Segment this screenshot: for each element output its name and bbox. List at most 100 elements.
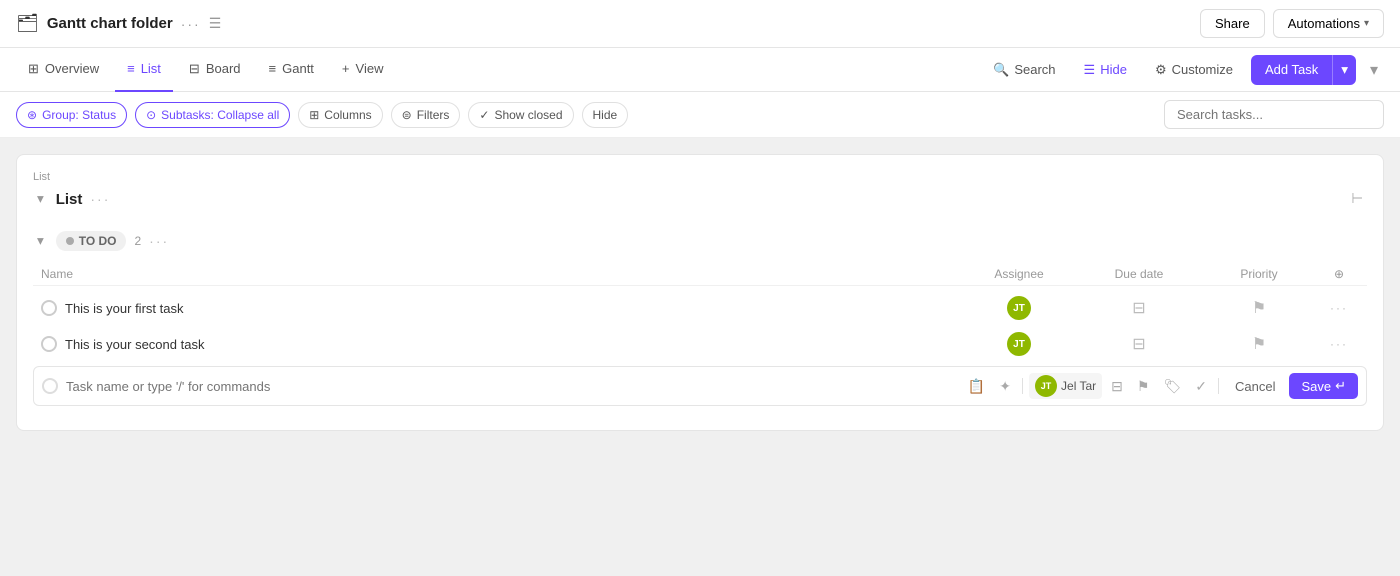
todo-status-badge[interactable]: TO DO bbox=[56, 231, 127, 251]
gantt-icon: ≡ bbox=[269, 61, 277, 76]
search-icon: 🔍 bbox=[993, 62, 1009, 78]
add-task-button[interactable]: Add Task bbox=[1251, 55, 1332, 85]
add-task-dropdown-button[interactable]: ▾ bbox=[1332, 55, 1356, 85]
table-header: Name Assignee Due date Priority ⊕ bbox=[33, 263, 1367, 286]
action-assign-btn[interactable]: 📋 bbox=[963, 375, 990, 398]
priority-icon-1: ⚑ bbox=[1252, 298, 1266, 318]
task-name-2: This is your second task bbox=[41, 336, 959, 352]
automations-button[interactable]: Automations ▾ bbox=[1273, 9, 1384, 38]
folder-icon: 🗂 bbox=[16, 13, 39, 34]
filters-chip[interactable]: ⊜ Filters bbox=[391, 102, 461, 128]
enter-icon: ↵ bbox=[1335, 378, 1346, 394]
nav-right: 🔍 Search ☰ Hide ⚙ Customize Add Task ▾ ▾ bbox=[983, 55, 1384, 85]
plus-icon: + bbox=[342, 61, 350, 76]
top-bar-left: 🗂 Gantt chart folder ··· ☰ bbox=[16, 13, 221, 34]
task-due-date-2[interactable]: ⊟ bbox=[1079, 334, 1199, 354]
subtasks-chip[interactable]: ⊙ Subtasks: Collapse all bbox=[135, 102, 290, 128]
board-icon: ⊟ bbox=[189, 61, 200, 77]
hide-button[interactable]: ☰ Hide bbox=[1074, 57, 1137, 83]
action-due-date-btn[interactable]: ⊟ bbox=[1106, 375, 1128, 398]
columns-chip[interactable]: ⊞ Columns bbox=[298, 102, 382, 128]
chevron-down-icon: ▾ bbox=[1341, 62, 1348, 77]
table-row: This is your second task JT ⊟ ⚑ ··· bbox=[33, 326, 1367, 362]
task-due-date-1[interactable]: ⊟ bbox=[1079, 298, 1199, 318]
hide-icon: ☰ bbox=[1084, 62, 1096, 78]
task-priority-2[interactable]: ⚑ bbox=[1199, 334, 1319, 354]
toolbar-right bbox=[1164, 100, 1384, 129]
nav-more-button[interactable]: ▾ bbox=[1364, 56, 1384, 84]
new-task-actions: 📋 ✦ JT Jel Tar ⊟ ⚑ 🏷 ✓ Cancel Save bbox=[963, 373, 1358, 399]
main-content: List ▾ List ··· ⊢ ▾ TO DO 2 ··· Name Ass… bbox=[0, 138, 1400, 576]
priority-icon-2: ⚑ bbox=[1252, 334, 1266, 354]
show-closed-chip[interactable]: ✓ Show closed bbox=[468, 102, 573, 128]
col-due-date: Due date bbox=[1079, 267, 1199, 281]
list-collapse-button[interactable]: ▾ bbox=[33, 189, 48, 209]
folder-title: Gantt chart folder bbox=[47, 15, 173, 32]
panel-toggle-button[interactable]: ⊢ bbox=[1347, 187, 1367, 211]
overview-icon: ⊞ bbox=[28, 61, 39, 77]
nav-item-gantt[interactable]: ≡ Gantt bbox=[257, 48, 326, 92]
check-circle-icon: ✓ bbox=[479, 108, 489, 122]
customize-button[interactable]: ⚙ Customize bbox=[1145, 57, 1243, 83]
nav-item-list[interactable]: ≡ List bbox=[115, 48, 173, 92]
avatar-1: JT bbox=[1007, 296, 1031, 320]
group-status-chip[interactable]: ⊛ Group: Status bbox=[16, 102, 127, 128]
list-icon: ≡ bbox=[127, 61, 135, 76]
chevron-down-icon: ▾ bbox=[1364, 18, 1369, 29]
task-priority-1[interactable]: ⚑ bbox=[1199, 298, 1319, 318]
due-date-icon-2: ⊟ bbox=[1132, 334, 1145, 354]
menu-icon[interactable]: ☰ bbox=[209, 15, 222, 32]
col-name: Name bbox=[41, 267, 959, 281]
folder-more-button[interactable]: ··· bbox=[181, 16, 201, 32]
assignee-chip[interactable]: JT Jel Tar bbox=[1029, 373, 1102, 399]
todo-collapse-button[interactable]: ▾ bbox=[33, 231, 48, 251]
nav-item-board[interactable]: ⊟ Board bbox=[177, 48, 253, 92]
list-meta-label: List bbox=[33, 171, 1367, 183]
divider bbox=[1022, 378, 1023, 394]
search-tasks-input[interactable] bbox=[1164, 100, 1384, 129]
task-more-1[interactable]: ··· bbox=[1319, 301, 1359, 315]
col-assignee: Assignee bbox=[959, 267, 1079, 281]
toolbar: ⊛ Group: Status ⊙ Subtasks: Collapse all… bbox=[0, 92, 1400, 138]
save-button[interactable]: Save ↵ bbox=[1289, 373, 1358, 399]
search-button[interactable]: 🔍 Search bbox=[983, 57, 1065, 83]
subtasks-icon: ⊙ bbox=[146, 108, 156, 122]
nav-item-overview[interactable]: ⊞ Overview bbox=[16, 48, 111, 92]
col-priority: Priority bbox=[1199, 267, 1319, 281]
new-task-row: 📋 ✦ JT Jel Tar ⊟ ⚑ 🏷 ✓ Cancel Save bbox=[33, 366, 1367, 406]
status-header-todo: ▾ TO DO 2 ··· bbox=[33, 227, 1367, 255]
columns-icon: ⊞ bbox=[309, 108, 319, 122]
avatar-2: JT bbox=[1007, 332, 1031, 356]
task-radio-2[interactable] bbox=[41, 336, 57, 352]
new-task-radio bbox=[42, 378, 58, 394]
action-check-btn[interactable]: ✓ bbox=[1190, 375, 1212, 398]
cancel-button[interactable]: Cancel bbox=[1225, 374, 1285, 399]
task-assignee-1[interactable]: JT bbox=[959, 296, 1079, 320]
action-priority-btn[interactable]: ⚑ bbox=[1132, 375, 1155, 398]
nav-item-view[interactable]: + View bbox=[330, 48, 396, 92]
col-add[interactable]: ⊕ bbox=[1319, 267, 1359, 281]
list-header: ▾ List ··· ⊢ bbox=[33, 187, 1367, 211]
nav-left: ⊞ Overview ≡ List ⊟ Board ≡ Gantt + View bbox=[16, 48, 395, 92]
hide-chip[interactable]: Hide bbox=[582, 102, 629, 128]
todo-more-button[interactable]: ··· bbox=[149, 233, 169, 249]
task-radio-1[interactable] bbox=[41, 300, 57, 316]
nav-bar: ⊞ Overview ≡ List ⊟ Board ≡ Gantt + View… bbox=[0, 48, 1400, 92]
share-button[interactable]: Share bbox=[1200, 9, 1265, 38]
action-tag-btn[interactable]: ✦ bbox=[994, 375, 1016, 398]
task-assignee-2[interactable]: JT bbox=[959, 332, 1079, 356]
task-more-2[interactable]: ··· bbox=[1319, 337, 1359, 351]
add-task-group: Add Task ▾ bbox=[1251, 55, 1356, 85]
layers-icon: ⊛ bbox=[27, 108, 37, 122]
due-date-icon-1: ⊟ bbox=[1132, 298, 1145, 318]
todo-count: 2 bbox=[134, 234, 141, 248]
new-task-avatar: JT bbox=[1035, 375, 1057, 397]
divider-2 bbox=[1218, 378, 1219, 394]
list-more-button[interactable]: ··· bbox=[90, 191, 110, 207]
task-name-1: This is your first task bbox=[41, 300, 959, 316]
new-task-input[interactable] bbox=[66, 379, 955, 394]
top-bar-right: Share Automations ▾ bbox=[1200, 9, 1384, 38]
table-row: This is your first task JT ⊟ ⚑ ··· bbox=[33, 290, 1367, 326]
list-title: List bbox=[56, 191, 83, 208]
action-label-btn[interactable]: 🏷 bbox=[1158, 375, 1186, 398]
